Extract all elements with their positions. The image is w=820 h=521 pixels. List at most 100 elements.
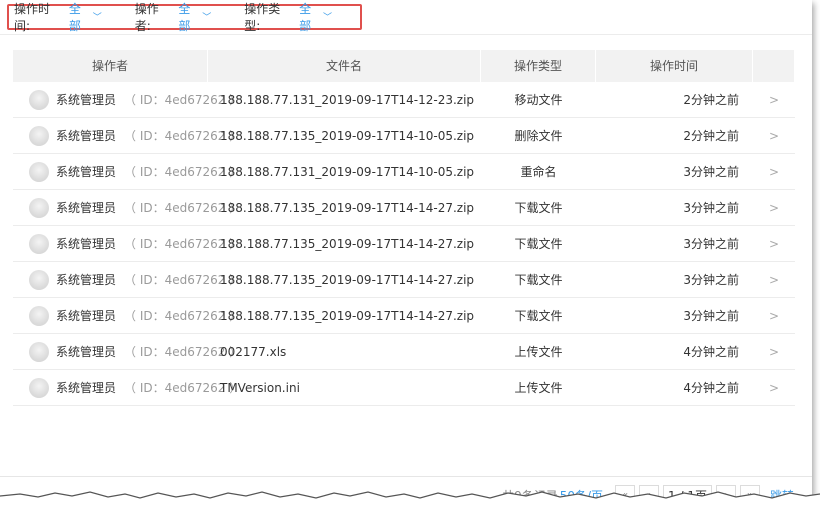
operator-name: 系统管理员 <box>56 201 117 215</box>
file-name: 188.188.77.135_2019-09-17T14-14-27.zip <box>220 272 475 287</box>
header-type[interactable]: 操作类型 <box>481 50 596 82</box>
header-file[interactable]: 文件名 <box>208 50 481 82</box>
operation-time: 3分钟之前 <box>683 165 739 179</box>
filter-operator-dropdown[interactable]: 全部 ﹀ <box>178 0 211 34</box>
operator-cell: 系统管理员（ ID：4ed67262 ） <box>13 305 241 326</box>
operator-cell: 系统管理员（ ID：4ed67262 ） <box>13 125 241 146</box>
avatar <box>29 89 49 110</box>
table-row[interactable]: 系统管理员（ ID：4ed67262 ） 188.188.77.131_2019-… <box>13 154 795 190</box>
avatar <box>29 233 49 254</box>
avatar <box>29 125 49 146</box>
chevron-right-icon[interactable]: > <box>753 237 795 251</box>
operator-name: 系统管理员 <box>56 381 117 395</box>
filter-operator: 操作者: 全部 ﹀ <box>135 0 211 34</box>
torn-edge-decoration <box>0 491 820 521</box>
filter-label: 操作类型: <box>244 2 281 33</box>
operator-name: 系统管理员 <box>56 129 117 143</box>
chevron-down-icon: ﹀ <box>92 12 102 23</box>
filter-value: 全部 <box>68 2 81 33</box>
operator-cell: 系统管理员（ ID：4ed67262 ） <box>13 161 241 182</box>
filter-bar: 操作时间: 全部 ﹀ 操作者: 全部 ﹀ 操作类型: 全部 ﹀ <box>7 2 362 33</box>
operator-cell: 系统管理员（ ID：4ed67262 ） <box>13 197 241 218</box>
avatar <box>29 341 49 362</box>
avatar <box>29 161 49 182</box>
operator-cell: 系统管理员（ ID：4ed67262 ） <box>13 233 241 254</box>
file-name: 188.188.77.135_2019-09-17T14-14-27.zip <box>220 308 475 323</box>
divider <box>0 34 812 35</box>
operation-time: 3分钟之前 <box>683 309 739 323</box>
chevron-right-icon[interactable]: > <box>753 165 795 179</box>
operation-type: 下载文件 <box>514 201 563 215</box>
operation-time: 2分钟之前 <box>683 93 739 107</box>
operation-time: 3分钟之前 <box>683 273 739 287</box>
operation-type: 下载文件 <box>514 309 563 323</box>
table-row[interactable]: 系统管理员（ ID：4ed67262 ） 002177.xls 上传文件 4分钟之前 > <box>13 334 795 370</box>
operator-cell: 系统管理员（ ID：4ed67262 ） <box>13 269 241 290</box>
operation-type: 移动文件 <box>514 93 563 107</box>
operation-type: 删除文件 <box>514 129 563 143</box>
divider <box>0 476 812 477</box>
avatar <box>29 197 49 218</box>
chevron-right-icon[interactable]: > <box>753 345 795 359</box>
table-header: 操作者 文件名 操作类型 操作时间 <box>13 50 795 82</box>
avatar <box>29 305 49 326</box>
header-time[interactable]: 操作时间 <box>596 50 753 82</box>
operation-type: 重命名 <box>520 165 557 179</box>
operator-name: 系统管理员 <box>56 273 117 287</box>
filter-label: 操作时间: <box>14 2 51 33</box>
chevron-right-icon[interactable]: > <box>753 201 795 215</box>
operator-name: 系统管理员 <box>56 309 117 323</box>
operation-time: 2分钟之前 <box>683 129 739 143</box>
filter-value: 全部 <box>178 2 191 33</box>
operator-name: 系统管理员 <box>56 237 117 251</box>
chevron-right-icon[interactable]: > <box>753 93 795 107</box>
file-name: 188.188.77.135_2019-09-17T14-14-27.zip <box>220 236 475 251</box>
operator-name: 系统管理员 <box>56 165 117 179</box>
chevron-right-icon[interactable]: > <box>753 273 795 287</box>
filter-value: 全部 <box>299 2 312 33</box>
chevron-right-icon[interactable]: > <box>753 381 795 395</box>
operator-cell: 系统管理员（ ID：4ed67262 ） <box>13 89 241 110</box>
table-row[interactable]: 系统管理员（ ID：4ed67262 ） 188.188.77.135_2019-… <box>13 226 795 262</box>
chevron-right-icon[interactable]: > <box>753 309 795 323</box>
avatar <box>29 377 49 398</box>
operation-log-panel: 操作时间: 全部 ﹀ 操作者: 全部 ﹀ 操作类型: 全部 ﹀ 操作者 文件名 <box>0 0 812 510</box>
file-name: 188.188.77.135_2019-09-17T14-14-27.zip <box>220 200 475 215</box>
file-name: 188.188.77.131_2019-09-17T14-10-05.zip <box>220 164 475 179</box>
operator-name: 系统管理员 <box>56 345 117 359</box>
operation-time: 4分钟之前 <box>683 345 739 359</box>
chevron-down-icon: ﹀ <box>202 12 212 23</box>
operation-type: 上传文件 <box>514 345 563 359</box>
filter-type-dropdown[interactable]: 全部 ﹀ <box>299 0 332 34</box>
file-name: 188.188.77.131_2019-09-17T14-12-23.zip <box>220 92 475 107</box>
table-row[interactable]: 系统管理员（ ID：4ed67262 ） 188.188.77.135_2019-… <box>13 190 795 226</box>
operator-name: 系统管理员 <box>56 93 117 107</box>
file-name: TMVersion.ini <box>220 380 300 395</box>
log-table: 操作者 文件名 操作类型 操作时间 系统管理员（ ID：4ed67262 ） 18… <box>13 50 795 406</box>
table-row[interactable]: 系统管理员（ ID：4ed67262 ） 188.188.77.135_2019-… <box>13 298 795 334</box>
avatar <box>29 269 49 290</box>
operation-type: 上传文件 <box>514 381 563 395</box>
chevron-down-icon: ﹀ <box>322 12 332 23</box>
operator-cell: 系统管理员（ ID：4ed67262 ） <box>13 377 241 398</box>
table-row[interactable]: 系统管理员（ ID：4ed67262 ） TMVersion.ini 上传文件 4分钟… <box>13 370 795 406</box>
file-name: 188.188.77.135_2019-09-17T14-10-05.zip <box>220 128 475 143</box>
table-row[interactable]: 系统管理员（ ID：4ed67262 ） 188.188.77.131_2019-… <box>13 82 795 118</box>
filter-time-dropdown[interactable]: 全部 ﹀ <box>69 0 102 34</box>
file-name: 002177.xls <box>220 344 287 359</box>
operator-cell: 系统管理员（ ID：4ed67262 ） <box>13 341 241 362</box>
filter-operation-type: 操作类型: 全部 ﹀ <box>244 0 332 34</box>
operation-time: 4分钟之前 <box>683 381 739 395</box>
operation-time: 3分钟之前 <box>683 237 739 251</box>
table-row[interactable]: 系统管理员（ ID：4ed67262 ） 188.188.77.135_2019-… <box>13 262 795 298</box>
operation-type: 下载文件 <box>514 237 563 251</box>
header-operator[interactable]: 操作者 <box>13 50 208 82</box>
chevron-right-icon[interactable]: > <box>753 129 795 143</box>
filter-label: 操作者: <box>134 2 159 33</box>
filter-operation-time: 操作时间: 全部 ﹀ <box>14 0 102 34</box>
operation-time: 3分钟之前 <box>683 201 739 215</box>
header-action <box>753 50 795 82</box>
table-row[interactable]: 系统管理员（ ID：4ed67262 ） 188.188.77.135_2019-… <box>13 118 795 154</box>
operation-type: 下载文件 <box>514 273 563 287</box>
table-body: 系统管理员（ ID：4ed67262 ） 188.188.77.131_2019-… <box>13 82 795 406</box>
